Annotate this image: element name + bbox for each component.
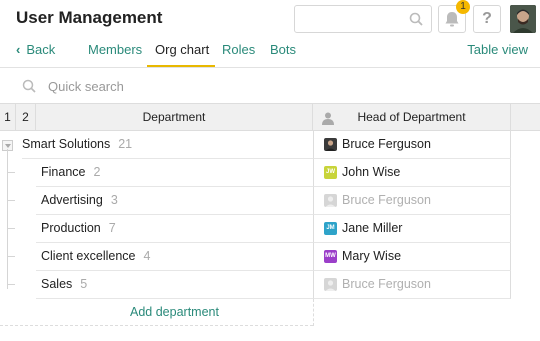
person-icon bbox=[322, 112, 334, 125]
table-row[interactable]: Client excellence 4 MW Mary Wise bbox=[0, 243, 511, 271]
column-header-spacer bbox=[511, 103, 540, 131]
department-count: 7 bbox=[108, 221, 116, 235]
tab-roles[interactable]: Roles bbox=[222, 42, 255, 57]
department-cell[interactable]: Advertising 3 bbox=[36, 187, 313, 215]
department-cell[interactable]: Production 7 bbox=[36, 215, 313, 243]
department-count: 4 bbox=[143, 249, 151, 263]
head-cell[interactable]: JM Jane Miller bbox=[313, 215, 511, 243]
department-name: Sales bbox=[41, 277, 73, 291]
head-cell[interactable]: Bruce Ferguson bbox=[313, 187, 511, 215]
column-header-department: Department bbox=[36, 103, 313, 131]
page-title: User Management bbox=[16, 8, 163, 27]
column-header-level-1[interactable]: 1 bbox=[0, 103, 16, 131]
help-icon: ? bbox=[482, 10, 492, 27]
head-name: Bruce Ferguson bbox=[342, 277, 431, 291]
department-name: Production bbox=[41, 221, 101, 235]
table-row[interactable]: Smart Solutions 21 Bruce Ferguson bbox=[0, 131, 511, 159]
chevron-left-icon: ‹ bbox=[16, 42, 21, 57]
divider bbox=[0, 325, 313, 326]
search-icon bbox=[409, 12, 423, 26]
head-name: John Wise bbox=[342, 165, 401, 179]
avatar: JM bbox=[324, 222, 337, 235]
quick-search bbox=[22, 77, 522, 95]
head-name: Bruce Ferguson bbox=[342, 137, 431, 151]
org-chart-grid: 1 2 Department Head of Department Smart … bbox=[0, 103, 540, 341]
avatar: MW bbox=[324, 250, 337, 263]
department-count: 3 bbox=[110, 193, 118, 207]
help-button[interactable]: ? bbox=[473, 5, 501, 33]
head-name: Jane Miller bbox=[342, 221, 403, 235]
table-row[interactable]: Production 7 JM Jane Miller bbox=[0, 215, 511, 243]
avatar bbox=[324, 138, 337, 151]
department-name: Finance bbox=[41, 165, 86, 179]
notification-badge: 1 bbox=[456, 0, 470, 14]
table-row[interactable]: Finance 2 JW John Wise bbox=[0, 159, 511, 187]
avatar: JW bbox=[324, 166, 337, 179]
user-photo-icon bbox=[510, 5, 536, 33]
tab-org-chart[interactable]: Org chart bbox=[155, 42, 209, 57]
head-cell[interactable]: Bruce Ferguson bbox=[313, 271, 511, 299]
department-cell[interactable]: Client excellence 4 bbox=[36, 243, 313, 271]
table-row[interactable]: Sales 5 Bruce Ferguson bbox=[0, 271, 511, 299]
table-view-link[interactable]: Table view bbox=[467, 42, 528, 57]
head-name: Bruce Ferguson bbox=[342, 193, 431, 207]
back-label: Back bbox=[26, 42, 56, 57]
tab-bots[interactable]: Bots bbox=[270, 42, 296, 57]
department-count: 21 bbox=[118, 137, 133, 151]
head-cell[interactable]: JW John Wise bbox=[313, 159, 511, 187]
department-name: Smart Solutions bbox=[22, 137, 111, 151]
head-name: Mary Wise bbox=[342, 249, 402, 263]
column-header-head: Head of Department bbox=[313, 103, 511, 131]
department-name: Client excellence bbox=[41, 249, 136, 263]
department-count: 2 bbox=[93, 165, 101, 179]
quick-search-input[interactable] bbox=[48, 77, 348, 95]
head-cell[interactable]: MW Mary Wise bbox=[313, 243, 511, 271]
back-link[interactable]: ‹ Back bbox=[16, 42, 55, 57]
search-input[interactable] bbox=[294, 5, 432, 33]
column-header-head-label: Head of Department bbox=[357, 110, 466, 124]
department-count: 5 bbox=[80, 277, 88, 291]
column-header-level-2[interactable]: 2 bbox=[16, 103, 36, 131]
avatar bbox=[324, 194, 337, 207]
nav-divider bbox=[0, 67, 540, 68]
avatar bbox=[324, 278, 337, 291]
add-department-button[interactable]: Add department bbox=[36, 299, 313, 327]
table-row[interactable]: Advertising 3 Bruce Ferguson bbox=[0, 187, 511, 215]
department-cell[interactable]: Sales 5 bbox=[36, 271, 313, 299]
department-name: Advertising bbox=[41, 193, 103, 207]
head-cell[interactable]: Bruce Ferguson bbox=[313, 131, 511, 159]
tab-members[interactable]: Members bbox=[88, 42, 142, 57]
department-cell[interactable]: Smart Solutions 21 bbox=[22, 131, 313, 159]
search-icon bbox=[22, 79, 36, 93]
user-avatar[interactable] bbox=[510, 5, 536, 33]
divider bbox=[313, 299, 314, 326]
department-cell[interactable]: Finance 2 bbox=[36, 159, 313, 187]
